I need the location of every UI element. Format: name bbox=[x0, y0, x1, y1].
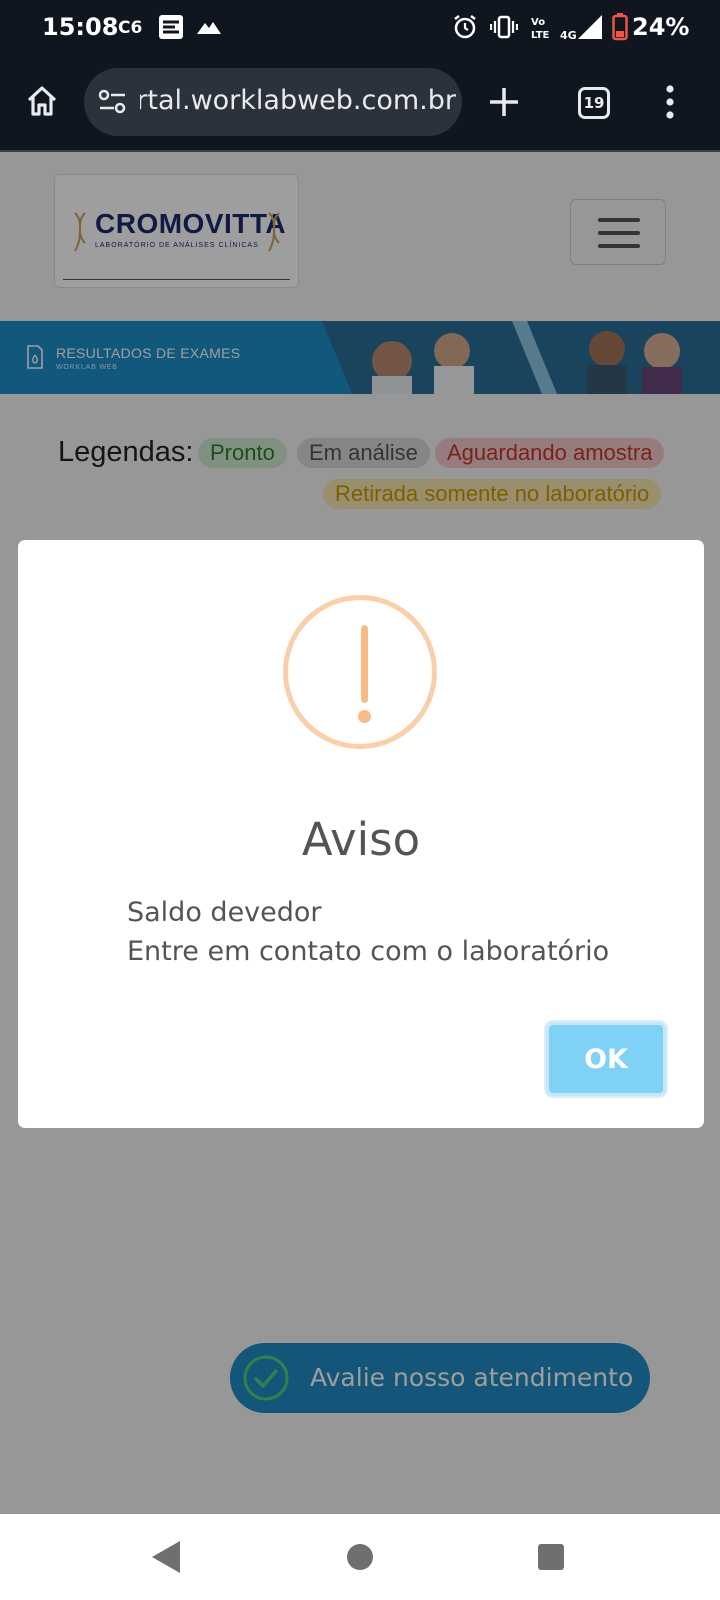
warning-icon bbox=[283, 595, 437, 749]
site-settings-icon[interactable] bbox=[98, 89, 128, 115]
app-icon bbox=[159, 15, 183, 39]
browser-toolbar: portal.worklabweb.com.br 19 bbox=[0, 56, 720, 152]
svg-text:Vo: Vo bbox=[531, 17, 545, 28]
address-bar[interactable]: portal.worklabweb.com.br bbox=[84, 68, 462, 136]
status-time: 15:08 bbox=[42, 13, 119, 41]
system-nav-bar bbox=[0, 1514, 720, 1600]
svg-text:C6: C6 bbox=[118, 18, 142, 37]
alarm-icon bbox=[454, 15, 476, 39]
new-tab-icon[interactable] bbox=[487, 85, 521, 119]
volte-icon: Vo LTE bbox=[531, 17, 550, 41]
tabs-icon[interactable]: 19 bbox=[578, 87, 610, 119]
dialog-message-line1: Saldo devedor bbox=[127, 897, 322, 928]
alert-dialog: Aviso Saldo devedor Entre em contato com… bbox=[18, 540, 704, 1128]
status-bar: 15:08 C6 Vo LTE 4G 24% bbox=[0, 0, 720, 56]
battery-icon bbox=[612, 13, 628, 41]
battery-percent: 24% bbox=[632, 13, 690, 41]
more-menu-icon[interactable] bbox=[664, 84, 676, 120]
ok-button[interactable]: OK bbox=[546, 1022, 666, 1096]
recent-apps-icon[interactable] bbox=[538, 1544, 564, 1570]
svg-text:LTE: LTE bbox=[531, 30, 550, 41]
vibrate-icon bbox=[490, 15, 518, 39]
svg-text:4G: 4G bbox=[560, 29, 577, 42]
home-icon[interactable] bbox=[24, 83, 60, 119]
dialog-title: Aviso bbox=[301, 813, 421, 866]
back-icon[interactable] bbox=[152, 1541, 180, 1573]
dialog-message-line2: Entre em contato com o laboratório bbox=[127, 936, 610, 967]
url-text[interactable]: portal.worklabweb.com.br bbox=[140, 85, 456, 116]
c6-icon: C6 bbox=[118, 18, 142, 37]
home-nav-icon[interactable] bbox=[347, 1544, 373, 1570]
mountain-icon bbox=[197, 22, 221, 34]
signal-4g-icon: 4G bbox=[560, 15, 602, 42]
